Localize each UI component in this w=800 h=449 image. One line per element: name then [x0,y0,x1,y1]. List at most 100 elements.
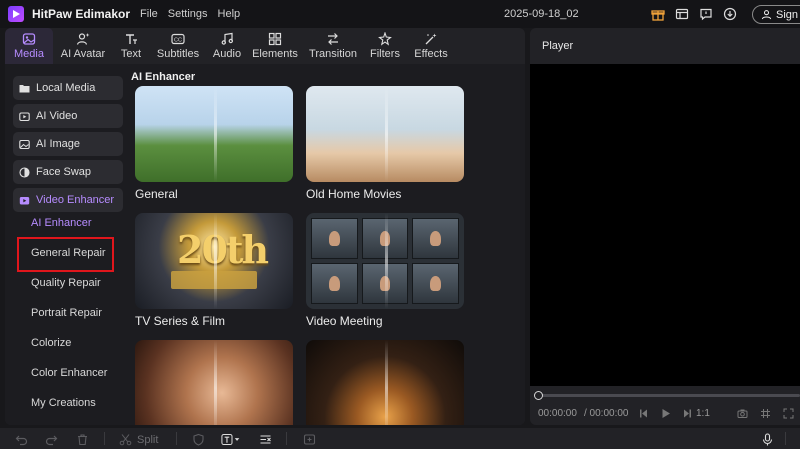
thumbnail-portrait [135,340,293,425]
gift-icon[interactable] [650,6,666,22]
toolbar-divider [286,432,287,445]
tab-subtitles-label: Subtitles [156,48,200,60]
shield-icon[interactable] [191,432,205,446]
tab-ai-avatar[interactable]: AI Avatar [53,28,113,64]
subtitles-icon: CC [171,33,185,45]
next-frame-icon[interactable] [680,406,694,420]
effects-icon [425,33,437,45]
undo-icon[interactable] [14,432,28,446]
tab-media[interactable]: Media [5,28,53,64]
progress-handle[interactable] [534,391,543,400]
snapshot-icon[interactable] [735,406,749,420]
player-title: Player [542,40,574,52]
microphone-icon[interactable] [760,432,774,446]
media-panel: Media AI Avatar Text CC Subtitles Audio … [5,28,525,425]
split-label: Split [137,434,159,446]
card-label: Video Meeting [306,314,383,328]
ai-image-icon [19,139,30,149]
aspect-ratio-select[interactable]: 1:1 [696,408,710,419]
player-screen[interactable] [530,64,800,386]
tab-text-label: Text [120,48,142,60]
sidebar-item-video-enhancer[interactable]: Video Enhancer [13,188,123,212]
thumbnail-text: 20th [177,227,269,272]
play-icon[interactable] [658,406,672,420]
card-label: General [135,187,178,201]
subitem-colorize[interactable]: Colorize [31,337,71,349]
media-content: Local Media AI Video AI Image Face Swap … [5,64,525,425]
filters-icon [378,32,392,46]
card-tv-series-film[interactable]: 20th TV Series & Film [135,213,293,328]
tab-elements-label: Elements [252,48,298,60]
audio-icon [221,32,233,45]
sidebar-item-face-swap[interactable]: Face Swap [13,160,123,184]
delete-icon[interactable] [75,432,89,446]
menu-file[interactable]: File [140,8,158,20]
transition-icon [328,33,338,45]
sign-in-label: Sign in [776,8,800,21]
tab-subtitles[interactable]: CC Subtitles [149,28,207,64]
app-logo-icon [8,6,24,22]
sidebar-item-ai-video[interactable]: AI Video [13,104,123,128]
section-title: AI Enhancer [131,71,196,83]
sidebar-item-local-media[interactable]: Local Media [13,76,123,100]
folder-icon [19,84,30,92]
sidebar-item-ai-image[interactable]: AI Image [13,132,123,156]
subitem-quality-repair[interactable]: Quality Repair [31,277,101,289]
user-icon [761,10,772,20]
main-toolbar: Media AI Avatar Text CC Subtitles Audio … [5,28,525,64]
layout-icon[interactable] [674,6,690,22]
card-old-home-movies[interactable]: Old Home Movies [306,86,464,201]
time-total: / 00:00:00 [584,408,629,419]
card-video-meeting[interactable]: Video Meeting [306,213,464,328]
sidebar-item-label: AI Image [36,138,81,150]
selection-highlight [17,237,114,272]
thumbnail-tv-series: 20th [135,213,293,309]
sidebar-item-label: AI Video [36,110,78,122]
redo-icon[interactable] [44,432,58,446]
player-panel: Player 00:00:00 / 00:00:00 1:1 [530,28,800,425]
enhancer-grid: AI Enhancer General Old Home Movies 20th… [128,64,525,425]
tab-effects[interactable]: Effects [407,28,455,64]
download-icon[interactable] [722,6,738,22]
card-portrait[interactable] [135,340,293,425]
add-media-icon[interactable] [302,432,316,446]
fullscreen-icon[interactable] [781,406,795,420]
crop-icon[interactable] [258,432,272,446]
app-name: HitPaw Edimakor [32,7,131,21]
ai-avatar-icon [76,33,90,45]
sign-in-button[interactable]: Sign in [752,5,800,24]
progress-track[interactable] [538,394,800,397]
subitem-portrait-repair[interactable]: Portrait Repair [31,307,102,319]
tab-text[interactable]: Text [113,28,149,64]
toolbar-divider [785,432,786,445]
tab-filters-label: Filters [370,48,400,60]
tab-elements[interactable]: Elements [247,28,303,64]
face-swap-icon [19,166,30,178]
subitem-color-enhancer[interactable]: Color Enhancer [31,367,107,379]
time-current: 00:00:00 [538,408,577,419]
text-icon [126,34,137,44]
svg-text:CC: CC [174,38,182,44]
thumbnail-general [135,86,293,182]
toolbar-divider [104,432,105,445]
project-name: 2025-09-18_02 [504,8,579,20]
video-enhancer-icon [19,196,30,204]
text-template-dropdown[interactable] [220,432,244,446]
grid-icon[interactable] [758,406,772,420]
card-night-city[interactable] [306,340,464,425]
prev-frame-icon[interactable] [636,406,650,420]
studios-banner [171,271,257,289]
toolbar-divider [176,432,177,445]
subitem-my-creations[interactable]: My Creations [31,397,96,409]
menu-help[interactable]: Help [218,8,241,20]
feedback-icon[interactable] [698,6,714,22]
tab-transition-label: Transition [309,48,357,60]
split-icon[interactable] [118,432,132,446]
tab-transition[interactable]: Transition [303,28,363,64]
menu-settings[interactable]: Settings [168,8,208,20]
card-general[interactable]: General [135,86,293,201]
tab-filters[interactable]: Filters [363,28,407,64]
tab-audio[interactable]: Audio [207,28,247,64]
tab-effects-label: Effects [414,48,448,60]
subitem-ai-enhancer[interactable]: AI Enhancer [31,217,92,229]
